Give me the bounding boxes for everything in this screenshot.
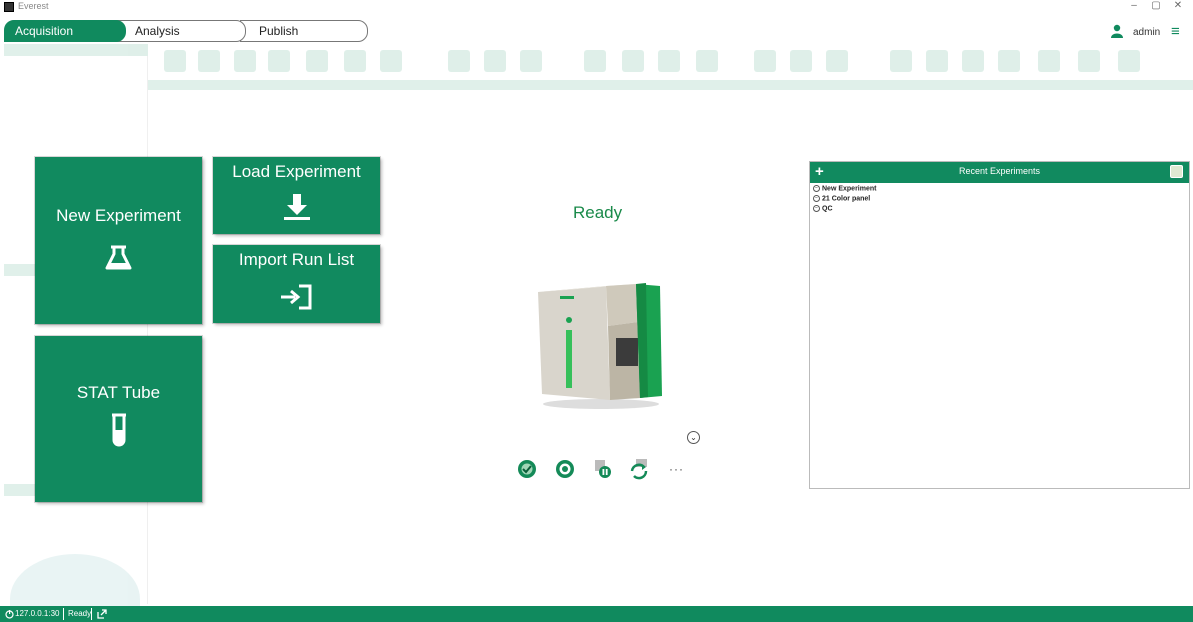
status-separator <box>91 608 92 620</box>
close-button[interactable]: ✕ <box>1168 0 1188 11</box>
recent-experiment-item[interactable]: −21 Color panel <box>813 195 870 202</box>
tab-acquisition[interactable]: Acquisition <box>4 20 126 42</box>
app-icon <box>4 2 14 12</box>
maximize-button[interactable]: ▢ <box>1146 0 1166 11</box>
folder-icon[interactable] <box>1170 165 1183 178</box>
background-date-bar <box>148 80 1193 90</box>
qc-check-icon[interactable] <box>516 458 538 480</box>
stat-tube-tile[interactable]: STAT Tube <box>35 336 202 502</box>
refresh-icon[interactable] <box>628 458 650 480</box>
new-experiment-label: New Experiment <box>56 206 181 225</box>
status-separator <box>63 608 64 620</box>
import-icon <box>281 284 312 310</box>
new-experiment-tile[interactable]: New Experiment <box>35 157 202 324</box>
pause-icon[interactable] <box>592 458 614 480</box>
background-sidebar <box>4 44 148 622</box>
instrument-image <box>538 283 662 409</box>
hamburger-menu-icon[interactable]: ≡ <box>1171 23 1180 40</box>
startup-icon[interactable] <box>554 458 576 480</box>
minimize-button[interactable]: – <box>1124 0 1144 11</box>
main-tabs: Acquisition Analysis Publish <box>0 18 1193 44</box>
recent-experiments-title: Recent Experiments <box>958 166 1041 176</box>
load-experiment-tile[interactable]: Load Experiment <box>213 157 380 234</box>
window-title: Everest <box>18 1 49 11</box>
user-name[interactable]: admin <box>1133 27 1160 38</box>
server-address: 127.0.0.1:30 <box>15 609 60 618</box>
tab-publish[interactable]: Publish <box>240 20 368 42</box>
recent-experiments-panel: + Recent Experiments − New Experiment −21… <box>809 161 1190 489</box>
tab-analysis[interactable]: Analysis <box>116 20 246 42</box>
collapse-toggle-icon[interactable]: − <box>813 185 820 192</box>
instrument-status-title: Ready <box>573 203 623 222</box>
more-actions-button[interactable]: ··· <box>669 462 684 476</box>
title-bar: Everest – ▢ ✕ <box>0 0 1193 14</box>
collapse-toggle-icon[interactable]: − <box>813 195 820 202</box>
user-icon[interactable] <box>1111 24 1123 38</box>
popout-icon[interactable] <box>97 609 107 619</box>
recent-experiment-item[interactable]: − QC <box>813 205 833 212</box>
load-experiment-label: Load Experiment <box>232 162 361 181</box>
power-icon <box>5 610 14 619</box>
status-bar: 127.0.0.1:30 Ready <box>0 606 1193 622</box>
recent-experiments-header: + Recent Experiments <box>810 162 1189 183</box>
test-tube-icon <box>112 413 126 447</box>
collapse-toggle-icon[interactable]: − <box>813 205 820 212</box>
import-run-list-label: Import Run List <box>238 250 355 269</box>
import-run-list-tile[interactable]: Import Run List <box>213 245 380 323</box>
flask-icon <box>105 245 132 270</box>
download-icon <box>284 194 310 220</box>
connection-status: Ready <box>68 609 92 618</box>
expand-actions-button[interactable]: ⌄ <box>687 431 700 444</box>
background-toolbar <box>148 44 1193 80</box>
stat-tube-label: STAT Tube <box>76 383 161 402</box>
recent-experiment-item[interactable]: − New Experiment <box>813 185 876 192</box>
